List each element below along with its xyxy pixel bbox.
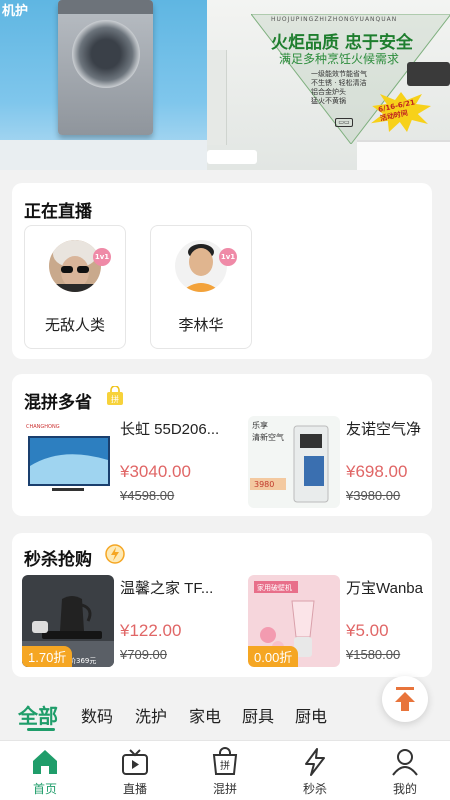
banner-washer-slide[interactable]: 机护: [0, 0, 207, 170]
anchor-name: 李林华: [178, 317, 224, 334]
product-price: ¥122.00: [120, 621, 182, 640]
home-icon: [33, 750, 57, 774]
group-buy-section: 混拼多省 拼 CHANGHONG 长虹 55D206... ¥3040.00 ¥…: [12, 374, 432, 516]
svg-text:乐享: 乐享: [252, 420, 268, 430]
washing-machine-image: [58, 0, 153, 135]
discount-tag: 1.70折: [22, 646, 73, 667]
tab-appliance[interactable]: 家电: [189, 703, 221, 727]
nav-live[interactable]: 直播: [100, 747, 170, 799]
product-name: 友诺空气净: [346, 421, 422, 438]
bottom-nav: 首页 直播 拼 混拼 秒杀 我的: [0, 740, 450, 800]
product-original-price: ¥1580.00: [346, 647, 401, 662]
energy-label-icon: ▭▭: [335, 118, 353, 127]
product-item[interactable]: 乐享 清新空气 3980 友诺空气净 ¥698.00 ¥3980.00: [248, 416, 450, 508]
one-on-one-badge: 1v1: [219, 248, 237, 266]
nav-profile[interactable]: 我的: [370, 747, 440, 799]
product-image: 一价369元 1.70折: [22, 575, 114, 667]
svg-text:CHANGHONG: CHANGHONG: [26, 424, 60, 430]
nav-label: 我的: [392, 782, 417, 796]
discount-tag: 0.00折: [248, 646, 299, 667]
stove-image: [407, 62, 450, 86]
nav-label: 秒杀: [302, 782, 327, 796]
tv-icon: [122, 749, 148, 775]
anchor-name: 无敌人类: [44, 317, 105, 334]
svg-text:家用破壁机: 家用破壁机: [257, 583, 292, 592]
svg-text:3980: 3980: [254, 480, 274, 489]
product-item[interactable]: 家用破壁机 0.00折 万宝Wanba ¥5.00 ¥1580.00: [248, 575, 450, 667]
product-price: ¥3040.00: [120, 462, 191, 481]
arrow-up-icon: [395, 687, 415, 711]
nav-group-buy[interactable]: 拼 混拼: [190, 747, 260, 799]
product-image: CHANGHONG: [22, 416, 114, 508]
avatar: [175, 240, 227, 292]
shopping-bag-icon: 拼: [107, 386, 123, 405]
product-image: 家用破壁机 0.00折: [248, 575, 340, 667]
one-on-one-badge: 1v1: [93, 248, 111, 266]
live-anchor-card[interactable]: 1v1 李林华: [150, 225, 252, 349]
feature-item: 不生锈 · 轻松清洁: [311, 79, 367, 87]
nav-label: 混拼: [212, 782, 237, 796]
tab-washcare[interactable]: 洗护: [135, 703, 167, 727]
product-original-price: ¥4598.00: [120, 488, 175, 503]
tab-all[interactable]: 全部: [18, 700, 58, 729]
tab-kitchenware[interactable]: 厨具: [242, 703, 274, 727]
banner-feature-list: 一级能效节能省气 不生锈 · 轻松清洁 铝合金炉头 猛火不黄锅: [311, 70, 367, 106]
active-tab-indicator: [27, 728, 55, 731]
nav-seckill[interactable]: 秒杀: [280, 747, 350, 799]
svg-text:拼: 拼: [220, 759, 230, 772]
banner-pinyin: HUOJUPINGZHIZHONGYUANQUAN: [271, 16, 398, 23]
product-original-price: ¥3980.00: [346, 488, 401, 503]
product-image: 乐享 清新空气 3980: [248, 416, 340, 508]
seckill-section: 秒杀抢购 一价369元 1.70折 温馨之家 TF... ¥122.00 ¥70…: [12, 533, 432, 677]
banner-slogan-sub: 满足多种烹饪火候需求: [279, 52, 400, 66]
seckill-title: 秒杀抢购: [24, 550, 92, 569]
banner-stove-slide[interactable]: HUOJUPINGZHIZHONGYUANQUAN 火炬品质 忠于安全 满足多种…: [207, 0, 450, 170]
tab-digital[interactable]: 数码: [81, 703, 113, 727]
user-icon: [392, 749, 418, 776]
lightning-badge-icon: [105, 544, 125, 564]
avatar: [49, 240, 101, 292]
feature-item: 一级能效节能省气: [311, 70, 367, 78]
product-name: 长虹 55D206...: [120, 421, 220, 438]
feature-item: 猛火不黄锅: [311, 97, 346, 105]
nav-label: 直播: [122, 782, 147, 796]
product-price: ¥698.00: [346, 462, 408, 481]
tab-kitchen-appliance[interactable]: 厨电: [295, 703, 327, 727]
live-anchor-card[interactable]: 1v1 无敌人类: [24, 225, 126, 349]
product-original-price: ¥709.00: [120, 647, 167, 662]
live-section-title: 正在直播: [24, 202, 92, 221]
appliance-image: [207, 150, 257, 164]
back-to-top-button[interactable]: [382, 676, 428, 722]
product-name: 万宝Wanba: [346, 580, 423, 597]
svg-text:拼: 拼: [111, 394, 119, 404]
product-name: 温馨之家 TF...: [120, 580, 214, 597]
lightning-icon: [305, 748, 325, 776]
feature-item: 铝合金炉头: [311, 88, 346, 96]
nav-home[interactable]: 首页: [10, 747, 80, 799]
bag-icon: 拼: [212, 747, 238, 775]
product-price: ¥5.00: [346, 621, 389, 640]
fridge-image: [207, 50, 227, 145]
group-buy-title: 混拼多省: [24, 393, 92, 412]
svg-text:清新空气: 清新空气: [252, 432, 284, 442]
banner-left-text: 机护: [2, 4, 29, 19]
counter-image: [357, 140, 450, 170]
nav-label: 首页: [32, 782, 57, 796]
live-section: 正在直播 1v1 无敌人类 1v1 李林华: [12, 183, 432, 359]
promo-banner[interactable]: 机护 HUOJUPINGZHIZHONGYUANQUAN 火炬品质 忠于安全 满…: [0, 0, 450, 170]
product-item[interactable]: CHANGHONG 长虹 55D206... ¥3040.00 ¥4598.00: [22, 416, 227, 508]
product-item[interactable]: 一价369元 1.70折 温馨之家 TF... ¥122.00 ¥709.00: [22, 575, 227, 667]
